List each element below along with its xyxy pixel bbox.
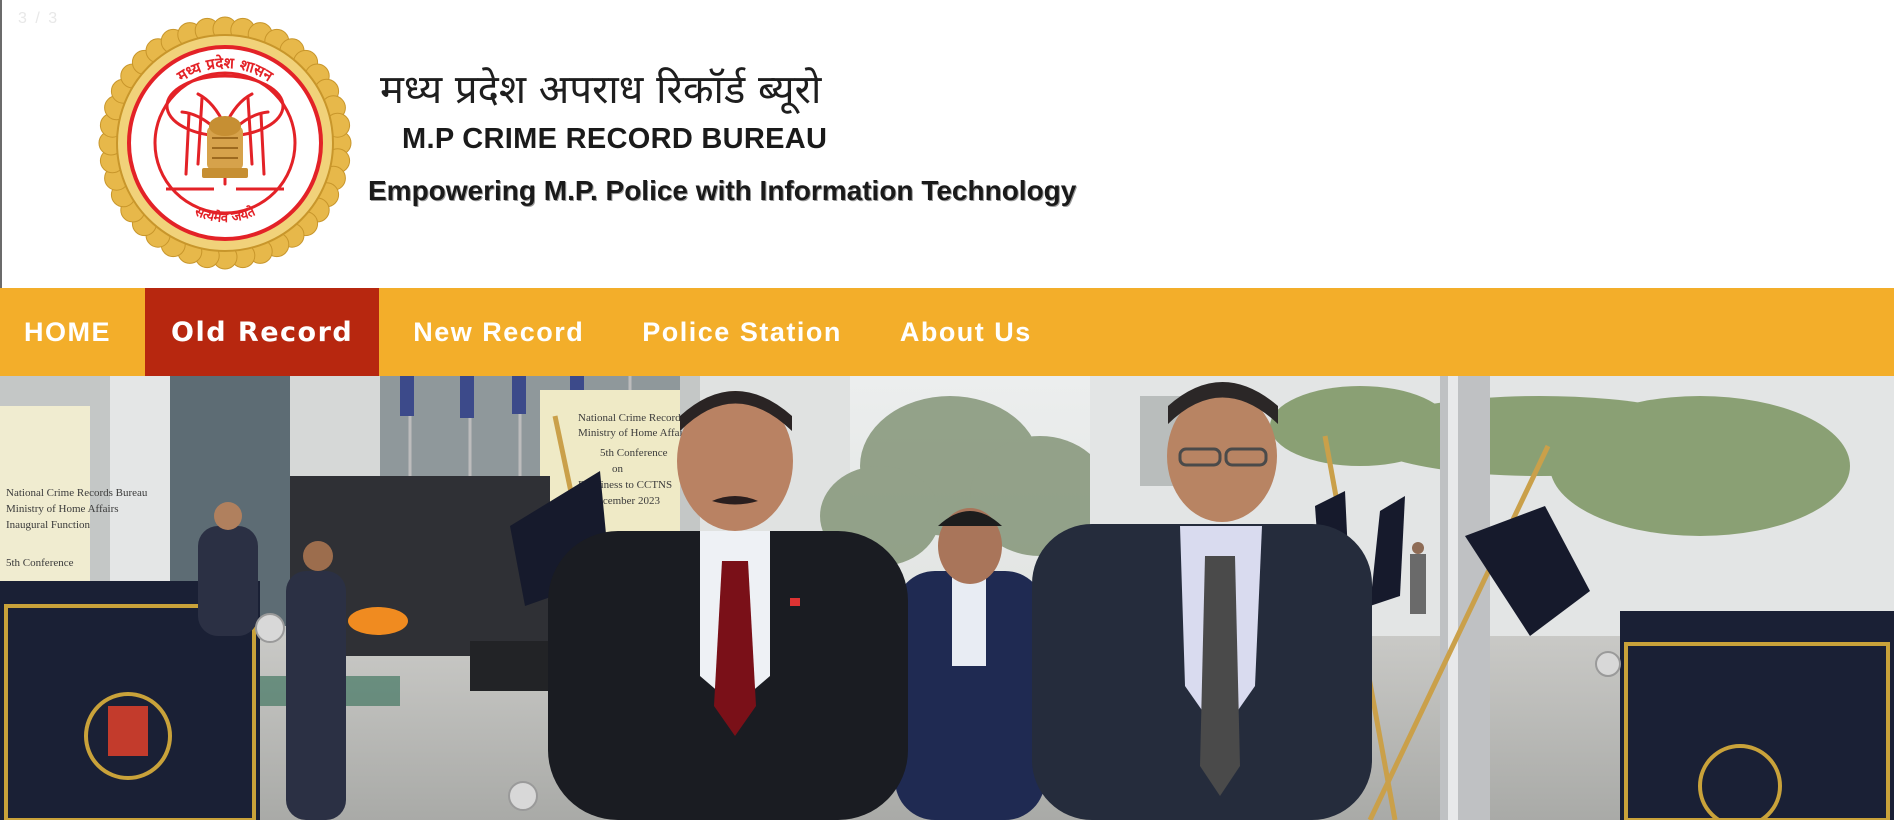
main-navbar: HOME Old Record New Record Police Statio… [0, 288, 1894, 376]
site-title-english: M.P CRIME RECORD BUREAU [402, 123, 828, 155]
svg-text:Inaugural Function: Inaugural Function [6, 519, 91, 531]
nav-about-us[interactable]: About Us [866, 288, 1056, 376]
left-border-line [0, 0, 2, 288]
nav-new-record[interactable]: New Record [379, 288, 608, 376]
svg-text:5th Conference: 5th Conference [600, 447, 668, 459]
svg-text:National Crime Records Bureau: National Crime Records Bureau [6, 487, 148, 499]
svg-text:Ministry of Home Affairs: Ministry of Home Affairs [578, 427, 691, 439]
nav-police-station[interactable]: Police Station [608, 288, 866, 376]
nav-old-record[interactable]: Old Record [145, 288, 380, 376]
page: 3 / 3 मध्य प्रदेश शासन सत्यमेव जयते मध्य… [0, 0, 1894, 820]
svg-text:on: on [612, 463, 624, 475]
slide-counter: 3 / 3 [18, 10, 60, 27]
hero-slideshow-image: National Crime Records Bureau Ministry o… [0, 376, 1894, 820]
site-header: 3 / 3 मध्य प्रदेश शासन सत्यमेव जयते मध्य… [0, 0, 1894, 288]
mp-government-seal-logo: मध्य प्रदेश शासन सत्यमेव जयते [98, 16, 352, 270]
nav-home[interactable]: HOME [0, 288, 145, 376]
site-tagline: Empowering M.P. Police with Information … [368, 175, 1077, 206]
site-title-hindi: मध्य प्रदेश अपराध रिकॉर्ड ब्यूरो [380, 67, 822, 113]
svg-text:5th Conference: 5th Conference [6, 557, 74, 569]
svg-text:Ministry of Home Affairs: Ministry of Home Affairs [6, 503, 119, 515]
